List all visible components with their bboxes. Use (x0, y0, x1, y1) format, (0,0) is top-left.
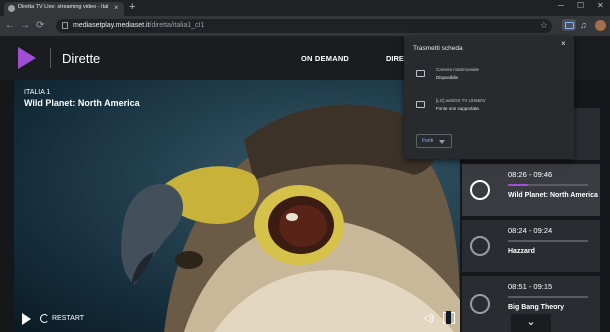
progress-bar (508, 240, 588, 242)
falcon-video-frame (121, 104, 460, 332)
sources-dropdown[interactable]: Fonti (416, 134, 452, 148)
header-divider (50, 48, 51, 68)
restart-button[interactable]: RESTART (52, 315, 84, 322)
cast-device-item[interactable]: [LG] webOS TV UH650V Fonte non supportat… (414, 97, 564, 121)
volume-icon[interactable]: ◁) (423, 313, 434, 324)
nav-dirette[interactable]: DIRE (386, 54, 404, 63)
schedule-program-name: Big Bang Theory (508, 304, 565, 311)
schedule-time: 08:24 - 09:24 (508, 226, 553, 235)
lock-icon (62, 22, 68, 29)
browser-tab-bar: Diretta TV Live: streaming video - Itali… (0, 0, 610, 16)
window-minimize-button[interactable]: ─ (558, 1, 564, 10)
cast-popup: Trasmetti scheda × Camera matrimoniale D… (404, 36, 574, 159)
channel-logo-icon (470, 236, 490, 256)
schedule-time: 08:51 - 09:15 (508, 282, 553, 291)
cast-icon[interactable] (562, 19, 576, 31)
progress-bar (508, 296, 588, 298)
reload-button[interactable]: ⟳ (36, 20, 44, 31)
new-tab-button[interactable]: + (129, 1, 135, 13)
schedule-program-name: Hazzard (508, 248, 535, 255)
media-controls-icon[interactable]: ♫ (580, 20, 587, 30)
restart-icon[interactable] (40, 314, 49, 323)
back-button[interactable]: ← (5, 20, 15, 31)
tv-icon (416, 70, 425, 77)
channel-logo-icon (470, 180, 490, 200)
tab-favicon-icon (8, 5, 15, 12)
fullscreen-icon[interactable] (443, 311, 455, 324)
schedule-time: 08:26 - 09:46 (508, 170, 553, 179)
scroll-down-button[interactable]: ⌄ (511, 314, 551, 332)
browser-toolbar: ← → ⟳ mediasetplay.mediaset.it/diretta/i… (0, 16, 610, 36)
forward-button[interactable]: → (20, 20, 30, 31)
device-name: Camera matrimoniale (436, 67, 480, 72)
channel-label: ITALIA 1 (24, 89, 51, 96)
nav-on-demand[interactable]: ON DEMAND (301, 54, 349, 63)
device-name: [LG] webOS TV UH650V (436, 98, 486, 103)
close-icon[interactable]: × (561, 39, 566, 48)
window-close-button[interactable]: ✕ (597, 1, 604, 10)
mediaset-play-logo-icon[interactable] (18, 47, 36, 69)
tv-icon (416, 101, 425, 108)
device-status: Disponibile (436, 75, 459, 80)
channel-logo-icon (470, 294, 490, 314)
url-text: mediasetplay.mediaset.it/diretta/italia1… (73, 22, 205, 29)
page-title: Dirette (62, 51, 101, 66)
device-status: Fonte non supportata (436, 106, 479, 111)
cast-device-item[interactable]: Camera matrimoniale Disponibile (414, 66, 564, 90)
show-title: Wild Planet: North America (24, 98, 140, 108)
play-icon[interactable] (22, 313, 31, 325)
progress-bar (508, 184, 588, 186)
address-bar[interactable]: mediasetplay.mediaset.it/diretta/italia1… (56, 19, 552, 33)
schedule-program-name: Wild Planet: North America (508, 192, 598, 199)
tab-title: Diretta TV Live: streaming video - Itali… (18, 4, 108, 10)
profile-avatar[interactable] (595, 20, 606, 31)
window-maximize-button[interactable]: ☐ (577, 1, 584, 10)
schedule-card[interactable]: 08:26 - 09:46 Wild Planet: North America (462, 164, 600, 216)
sources-label: Fonti (422, 138, 434, 144)
video-player[interactable]: ITALIA 1 Wild Planet: North America REST… (14, 80, 460, 332)
cast-popup-title: Trasmetti scheda (413, 45, 463, 52)
chevron-down-icon (439, 140, 445, 144)
bookmark-star-icon[interactable]: ☆ (540, 20, 548, 31)
browser-tab[interactable]: Diretta TV Live: streaming video - Itali… (4, 2, 124, 16)
tab-close-icon[interactable]: × (114, 3, 119, 12)
schedule-card[interactable]: 08:24 - 09:24 Hazzard (462, 220, 600, 272)
